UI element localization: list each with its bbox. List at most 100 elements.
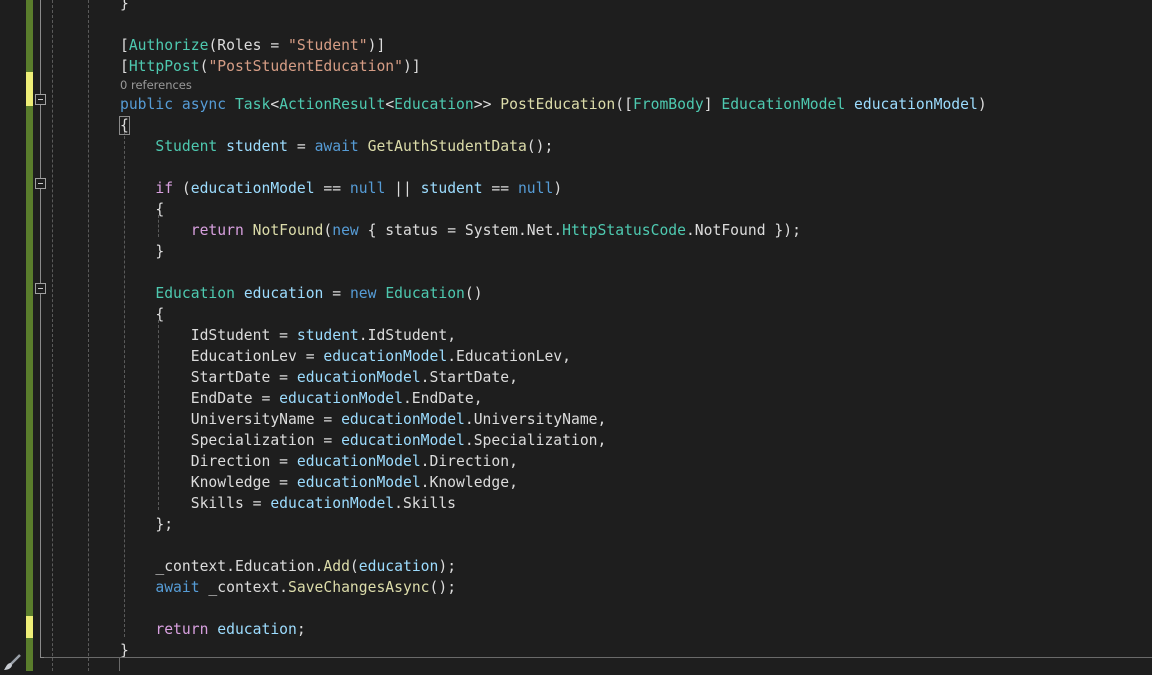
code-token: } [120,641,129,659]
code-token: ([ [615,95,633,113]
collapse-method-icon[interactable] [35,94,46,105]
code-token: [ [120,36,129,54]
code-token: )] [402,57,421,75]
code-token: educationModel [296,452,421,470]
code-token: if [155,179,174,197]
code-token: return [190,221,244,239]
code-token: ] [703,95,722,113]
code-token: FromBody [632,95,704,113]
code-token: || [385,179,421,197]
code-token: Education [155,284,235,302]
code-token: SaveChangesAsync [288,578,430,596]
code-token: return [155,620,209,638]
code-token: Authorize [128,36,209,54]
code-token: education [217,620,297,638]
code-token: .Skills [394,494,457,512]
code-token: educationModel [854,95,978,113]
code-line: await _context.SaveChangesAsync(); [120,577,987,598]
code-token: Student [155,137,218,155]
code-token: } [120,0,129,12]
paintbrush-icon[interactable] [2,654,24,675]
code-token: == [314,179,350,197]
code-token: educationModel [341,410,465,428]
code-line: UniversityName = educationModel.Universi… [120,409,987,430]
code-token: educationModel [323,347,448,365]
code-token: Knowledge = [120,473,297,491]
code-editor[interactable]: } [Authorize(Roles = "Student")] [HttpPos… [119,0,987,661]
code-token: new [332,221,359,239]
code-token: await [314,137,359,155]
code-token: (); [429,578,457,596]
code-token: ; [296,620,306,638]
code-token: .UniversityName, [464,410,607,428]
code-token: Education [385,284,465,302]
code-line: return education; [120,619,987,640]
code-token: "PostStudentEducation" [208,57,403,75]
code-token: educationModel [341,431,465,449]
code-token: HttpStatusCode [562,221,686,239]
collapse-if-icon[interactable] [35,178,46,189]
code-token: .Specialization, [464,431,607,449]
code-token: Education [394,95,474,113]
code-line: { [120,199,987,220]
code-token: new [349,284,377,302]
code-line: Knowledge = educationModel.Knowledge, [120,472,987,493]
code-token: )] [367,36,386,54]
editor-gutter [0,0,26,671]
code-token: ); [438,557,457,575]
code-token: .EducationLev, [447,347,571,365]
codelens-references[interactable]: 0 references [120,77,987,94]
code-token: { [119,115,130,135]
code-token: Add [323,557,350,575]
code-token: educationModel [296,473,421,491]
code-token: educationModel [296,368,421,386]
code-line: _context.Education.Add(education); [120,556,987,577]
code-token: (Roles = [208,36,289,54]
code-token: ( [323,221,333,239]
code-token: student [296,326,359,344]
code-token: StartDate = [120,368,297,386]
code-line: Specialization = educationModel.Speciali… [120,430,987,451]
code-line: EndDate = educationModel.EndDate, [120,388,987,409]
code-token: PostEducation [500,95,616,113]
code-token: Specialization = [120,431,342,449]
code-token: < [385,95,395,113]
code-token: null [517,179,554,197]
collapse-initializer-icon[interactable] [35,283,46,294]
code-line: { [119,115,987,136]
code-token: Task [234,95,271,113]
code-token: ) [553,179,563,197]
code-token: educationModel [279,389,403,407]
code-token: HttpPost [128,57,200,75]
code-token: EndDate = [120,389,280,407]
code-token: student [420,179,483,197]
code-token: EducationLev = [120,347,324,365]
code-line: { [120,304,987,325]
code-line: Student student = await GetAuthStudentDa… [120,136,987,157]
code-token: education [358,557,439,575]
code-token: == [482,179,518,197]
code-token: ActionResult [279,95,386,113]
code-token: { status = System.Net. [358,221,563,239]
code-token: .EndDate, [402,389,483,407]
code-line: [HttpPost("PostStudentEducation")] [120,56,987,77]
code-line: Education education = new Education() [120,283,987,304]
code-token: UniversityName = [120,410,342,428]
code-token: Skills = [120,494,271,512]
code-token: educationModel [270,494,395,512]
code-token: >> [473,95,501,113]
code-line: return NotFound(new { status = System.Ne… [120,220,987,241]
code-token: EducationModel [721,95,846,113]
code-token: student [226,137,289,155]
code-token: = [323,284,350,302]
